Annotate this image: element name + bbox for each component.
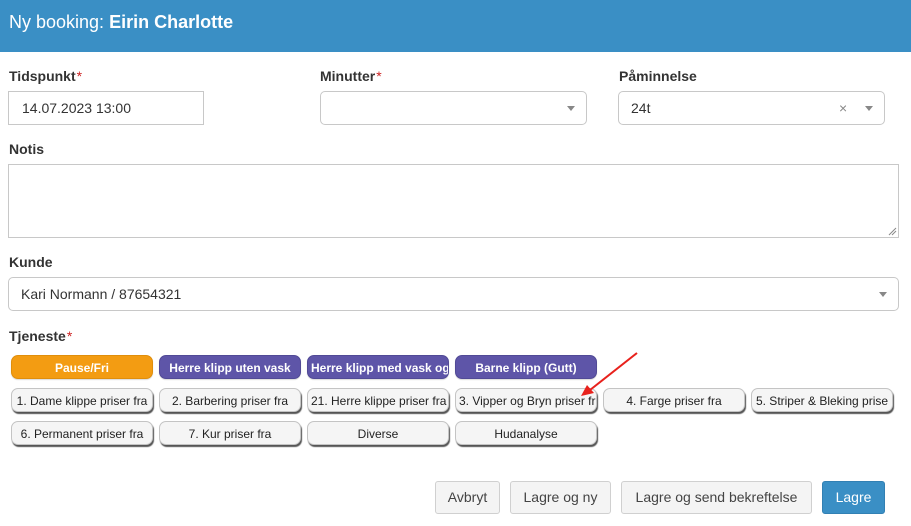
time-label: Tidspunkt* — [9, 68, 83, 84]
service-chip-barbering[interactable]: 2. Barbering priser fra — [159, 388, 301, 412]
annotation-arrow-icon — [581, 352, 638, 396]
customer-select[interactable]: Kari Normann / 87654321 — [8, 277, 899, 311]
save-button[interactable]: Lagre — [822, 481, 885, 514]
service-chip-hudanalyse[interactable]: Hudanalyse — [455, 421, 597, 445]
service-label: Tjeneste* — [9, 328, 73, 344]
service-chip-herre-klippe[interactable]: 21. Herre klippe priser fra — [307, 388, 449, 412]
reminder-label: Påminnelse — [619, 68, 697, 84]
note-label: Notis — [9, 141, 44, 157]
chevron-down-icon — [879, 292, 887, 297]
service-chip-pause[interactable]: Pause/Fri — [11, 355, 153, 379]
modal-title-customer: Eirin Charlotte — [109, 12, 234, 32]
service-chip-kur[interactable]: 7. Kur priser fra — [159, 421, 301, 445]
service-chip-diverse[interactable]: Diverse — [307, 421, 449, 445]
note-textarea[interactable] — [8, 164, 899, 238]
service-chip-permanent[interactable]: 6. Permanent priser fra — [11, 421, 153, 445]
customer-value: Kari Normann / 87654321 — [21, 286, 182, 302]
save-and-new-button[interactable]: Lagre og ny — [510, 481, 611, 514]
cancel-button[interactable]: Avbryt — [435, 481, 500, 514]
customer-label: Kunde — [9, 254, 53, 270]
modal-title-prefix: Ny booking: — [9, 12, 110, 32]
service-chip-herre-uten-vask[interactable]: Herre klipp uten vask — [159, 355, 301, 379]
resize-grip-icon[interactable] — [888, 227, 897, 236]
required-marker: * — [376, 68, 382, 84]
service-chip-dame-klippe[interactable]: 1. Dame klippe priser fra — [11, 388, 153, 412]
clear-icon[interactable]: × — [839, 101, 847, 115]
chevron-down-icon — [865, 106, 873, 111]
required-marker: * — [66, 328, 73, 344]
minutes-select[interactable] — [320, 91, 587, 125]
reminder-value: 24t — [631, 100, 651, 116]
chevron-down-icon — [567, 106, 575, 111]
save-and-send-confirmation-button[interactable]: Lagre og send bekreftelse — [621, 481, 812, 514]
service-chip-herre-med-vask[interactable]: Herre klipp med vask og — [307, 355, 449, 379]
service-chip-striper-bleking[interactable]: 5. Striper & Bleking prise — [751, 388, 893, 412]
minutes-label: Minutter* — [320, 68, 382, 84]
time-input[interactable]: 14.07.2023 13:00 — [8, 91, 204, 125]
reminder-select[interactable]: 24t × — [618, 91, 885, 125]
modal-header: Ny booking: Eirin Charlotte — [0, 0, 911, 52]
required-marker: * — [76, 68, 83, 84]
